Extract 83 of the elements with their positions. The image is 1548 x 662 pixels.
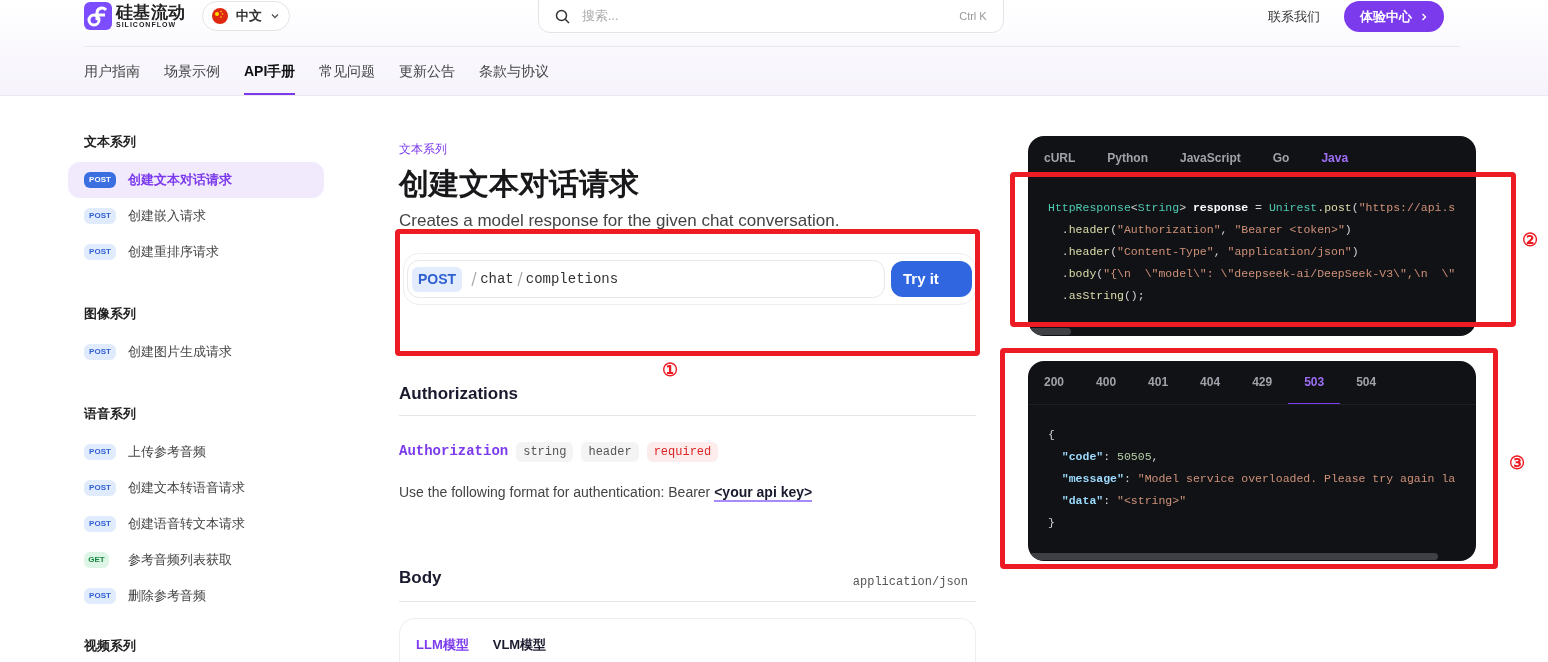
flag-icon bbox=[211, 8, 228, 24]
code-line: .header("Content-Type", "application/json") bbox=[1060, 244, 1359, 260]
sidebar-heading: 文本系列 bbox=[83, 133, 137, 151]
shortcut-hint: Ctrl K bbox=[959, 8, 987, 24]
sidebar-item-label: 删除参考音频 bbox=[128, 587, 206, 606]
page-title: 创建文本对话请求 bbox=[399, 166, 640, 202]
try-it-button[interactable]: Try it bbox=[891, 261, 972, 297]
annotation-number: ③ bbox=[1509, 453, 1525, 473]
content-type-label: application/json bbox=[852, 573, 968, 591]
sidebar-item-label: 创建文本转语音请求 bbox=[128, 479, 245, 498]
sidebar-item-label: 创建文本对话请求 bbox=[128, 171, 232, 190]
body-tab[interactable]: VLM模型 bbox=[492, 635, 547, 654]
code-line: "message": "Model service overloaded. Please try again la bbox=[1060, 471, 1456, 487]
sidebar-heading: 图像系列 bbox=[83, 305, 137, 323]
search-input[interactable]: 搜索... bbox=[581, 6, 948, 26]
sidebar-item-label: 上传参考音频 bbox=[128, 443, 206, 462]
param-name: Authorization bbox=[399, 442, 509, 461]
path-text: chat bbox=[480, 269, 514, 289]
nav-tab[interactable]: 场景示例 bbox=[164, 47, 220, 95]
api-key-link[interactable]: <your api key> bbox=[714, 484, 813, 502]
section-heading: Authorizations bbox=[399, 383, 518, 403]
method-badge: POST bbox=[84, 588, 116, 604]
sidebar-item-label: 参考音频列表获取 bbox=[128, 551, 232, 570]
method-badge: POST bbox=[84, 244, 116, 260]
language-selector[interactable]: 中文 bbox=[201, 1, 290, 31]
method-badge: POST bbox=[84, 516, 116, 532]
page-description: Creates a model response for the given chat conversation. bbox=[399, 210, 841, 232]
sidebar-item[interactable]: POST 创建语音转文本请求 bbox=[68, 506, 324, 542]
chevron-down-icon bbox=[269, 11, 280, 21]
sidebar-heading: 语音系列 bbox=[82, 405, 137, 423]
sidebar-item[interactable]: POST 创建重排序请求 bbox=[68, 234, 324, 270]
method-badge: POST bbox=[84, 444, 116, 460]
method-badge: GET bbox=[84, 552, 109, 568]
method-badge: POST bbox=[84, 480, 116, 496]
slash-icon bbox=[515, 271, 524, 287]
path-text: completions bbox=[525, 269, 619, 289]
sidebar-item-label: 创建语音转文本请求 bbox=[128, 515, 245, 534]
body-tab[interactable]: LLM模型 bbox=[416, 635, 469, 654]
sidebar-item[interactable]: POST 删除参考音频 bbox=[68, 578, 324, 614]
sidebar-item-label: 创建嵌入请求 bbox=[128, 207, 206, 226]
scrollbar-thumb[interactable] bbox=[1028, 328, 1071, 335]
code-line: .body("{\n \"model\": \"deepseek-ai/DeepSeek-V3\",\n \" bbox=[1060, 266, 1456, 282]
nav-tab[interactable]: API手册 bbox=[244, 47, 296, 95]
param-description: Use the following format for authentication: Bearer <your api key> bbox=[399, 483, 814, 503]
param-tag: string bbox=[516, 441, 574, 462]
annotation-number: ① bbox=[662, 360, 678, 380]
search-icon bbox=[554, 8, 570, 24]
code-line: .header("Authorization", "Bearer <token>") bbox=[1060, 222, 1352, 238]
method-badge: POST bbox=[84, 208, 116, 224]
sidebar-item[interactable]: POST 上传参考音频 bbox=[68, 434, 324, 470]
nav-tab[interactable]: 用户指南 bbox=[84, 47, 140, 95]
method-badge: POST bbox=[412, 266, 463, 292]
code-line: { bbox=[1048, 427, 1055, 443]
logo-text: 硅基流动 bbox=[116, 4, 186, 21]
sidebar-item[interactable]: POST 创建文本对话请求 bbox=[68, 162, 324, 198]
slash-icon bbox=[470, 271, 479, 287]
nav-tab[interactable]: 常见问题 bbox=[319, 47, 376, 95]
code-line: "data": "<string>" bbox=[1060, 493, 1187, 509]
sidebar-item[interactable]: POST 创建文本转语音请求 bbox=[68, 470, 324, 506]
code-line: } bbox=[1048, 515, 1055, 531]
sidebar-item[interactable]: POST 创建图片生成请求 bbox=[68, 334, 324, 370]
nav-tab[interactable]: 更新公告 bbox=[399, 47, 456, 95]
nav-tab[interactable]: 条款与协议 bbox=[479, 47, 550, 95]
method-badge: POST bbox=[84, 172, 116, 188]
param-tag: required bbox=[646, 441, 719, 462]
sidebar-item-label: 创建图片生成请求 bbox=[128, 343, 232, 362]
method-badge: POST bbox=[84, 344, 116, 360]
sidebar-item[interactable]: POST 创建嵌入请求 bbox=[68, 198, 324, 234]
sidebar-heading: 视频系列 bbox=[83, 637, 137, 655]
chevron-right-icon bbox=[1420, 11, 1428, 22]
sidebar-item-label: 创建重排序请求 bbox=[128, 243, 219, 262]
logo-icon bbox=[84, 2, 112, 30]
contact-link[interactable]: 联系我们 bbox=[1268, 6, 1320, 27]
section-heading: Body bbox=[399, 567, 442, 589]
sidebar-item[interactable]: GET 参考音频列表获取 bbox=[68, 542, 324, 578]
param-tag: header bbox=[581, 441, 639, 462]
experience-center-button[interactable]: 体验中心 bbox=[1344, 1, 1444, 32]
annotation-number: ② bbox=[1522, 230, 1538, 250]
scrollbar-thumb[interactable] bbox=[1028, 553, 1438, 560]
breadcrumb: 文本系列 bbox=[399, 141, 448, 156]
code-line: "code": 50505, bbox=[1060, 449, 1159, 465]
code-line: HttpResponse<String> response = Unirest.post("https://api.s bbox=[1048, 200, 1456, 216]
code-line: .asString(); bbox=[1060, 288, 1145, 304]
